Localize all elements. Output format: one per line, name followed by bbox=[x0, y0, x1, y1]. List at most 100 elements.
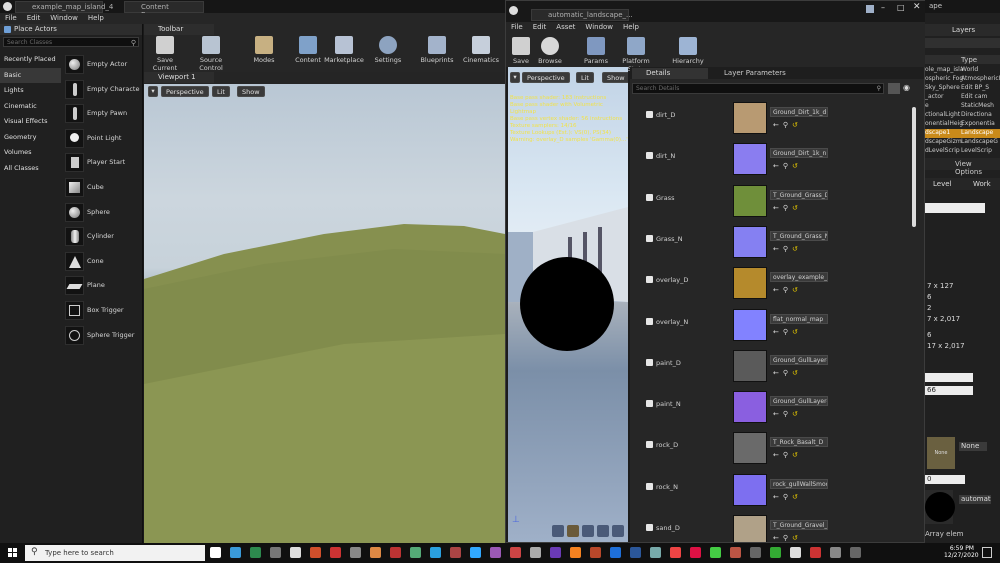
grid-view-icon[interactable] bbox=[888, 83, 900, 94]
app-icon[interactable] bbox=[390, 547, 401, 558]
use-asset-icon[interactable]: ← bbox=[773, 369, 783, 377]
outliner-row[interactable]: dLevelScrip LevelScrip bbox=[925, 147, 1000, 156]
browse-icon[interactable]: ⚲ bbox=[783, 369, 792, 377]
material-dropdown[interactable]: automat bbox=[959, 495, 991, 504]
cinematics-button[interactable]: Cinematics bbox=[462, 36, 500, 64]
outliner-row[interactable]: dscape1 Landscape bbox=[925, 129, 1000, 138]
category-volumes[interactable]: Volumes bbox=[0, 145, 61, 161]
reset-icon[interactable]: ↺ bbox=[792, 410, 802, 418]
outliner-row[interactable]: Sky_Sphere Edit BP_S bbox=[925, 84, 1000, 93]
app-icon[interactable] bbox=[330, 547, 341, 558]
use-asset-icon[interactable]: ← bbox=[773, 451, 783, 459]
app-icon[interactable] bbox=[690, 547, 701, 558]
browse-icon[interactable]: ⚲ bbox=[783, 534, 792, 542]
texture-thumbnail[interactable] bbox=[733, 267, 767, 300]
close-button[interactable]: ✕ bbox=[913, 2, 921, 12]
texture-dropdown[interactable]: T_Ground_Grass_D bbox=[770, 189, 828, 200]
preview-show-button[interactable]: Show bbox=[602, 72, 628, 83]
use-asset-icon[interactable]: ← bbox=[773, 245, 783, 253]
plane-preview-button[interactable] bbox=[582, 525, 594, 537]
actor-point-light[interactable]: Point Light bbox=[62, 126, 143, 151]
app-icon[interactable] bbox=[310, 547, 321, 558]
tab-content-browser[interactable]: Content Browser bbox=[124, 1, 204, 19]
input-field[interactable] bbox=[925, 373, 973, 382]
unreal-icon[interactable] bbox=[790, 547, 801, 558]
outliner-search-input[interactable] bbox=[925, 38, 1000, 48]
save-button[interactable]: Save bbox=[510, 37, 532, 65]
outliner-row[interactable]: ospheric FogAtmosphericFo bbox=[925, 75, 1000, 84]
sphere-preview-button[interactable] bbox=[567, 525, 579, 537]
app-icon[interactable] bbox=[750, 547, 761, 558]
actor-plane[interactable]: Plane bbox=[62, 273, 143, 298]
category-basic[interactable]: Basic bbox=[0, 67, 61, 83]
input-field[interactable]: 66 bbox=[925, 386, 973, 395]
reset-icon[interactable]: ↺ bbox=[792, 121, 802, 129]
modes-button[interactable]: Modes bbox=[248, 36, 280, 64]
actor-empty-actor[interactable]: Empty Actor bbox=[62, 52, 143, 77]
blueprints-button[interactable]: Blueprints bbox=[419, 36, 455, 64]
perspective-button[interactable]: Perspective bbox=[161, 86, 209, 97]
texture-dropdown[interactable]: rock_gullWallSmooth09_1k_n bbox=[770, 478, 828, 489]
preview-perspective-button[interactable]: Perspective bbox=[522, 72, 570, 83]
browse-icon[interactable]: ⚲ bbox=[783, 410, 792, 418]
texture-thumbnail[interactable] bbox=[733, 308, 767, 341]
category-all-classes[interactable]: All Classes bbox=[0, 161, 61, 177]
use-asset-icon[interactable]: ← bbox=[773, 493, 783, 501]
actor-sphere-trigger[interactable]: Sphere Trigger bbox=[62, 323, 143, 348]
texture-dropdown[interactable]: Ground_Dirt_1k_n bbox=[770, 148, 828, 159]
preview-options-button[interactable]: ▾ bbox=[510, 72, 520, 83]
param-enable-checkbox[interactable] bbox=[646, 400, 653, 408]
browse-icon[interactable]: ⚲ bbox=[783, 493, 792, 501]
windows-start-icon[interactable] bbox=[8, 548, 18, 558]
browse-icon[interactable]: ⚲ bbox=[783, 286, 792, 294]
menu-edit[interactable]: Edit bbox=[22, 13, 46, 22]
param-enable-checkbox[interactable] bbox=[646, 317, 653, 325]
preview-lit-button[interactable]: Lit bbox=[576, 72, 594, 83]
texture-thumbnail[interactable] bbox=[733, 184, 767, 217]
app-icon[interactable] bbox=[650, 547, 661, 558]
param-enable-checkbox[interactable] bbox=[646, 152, 653, 160]
app-icon[interactable] bbox=[510, 547, 521, 558]
menu-help[interactable]: Help bbox=[83, 13, 109, 22]
browse-icon[interactable]: ⚲ bbox=[783, 204, 792, 212]
tab-details[interactable]: Details bbox=[632, 68, 708, 79]
browse-icon[interactable]: ⚲ bbox=[783, 245, 792, 253]
category-lights[interactable]: Lights bbox=[0, 83, 61, 99]
browse-button[interactable]: Browse bbox=[536, 37, 564, 65]
viewport-options-button[interactable]: ▾ bbox=[148, 86, 158, 97]
category-visual-effects[interactable]: Visual Effects bbox=[0, 114, 61, 130]
app-icon[interactable] bbox=[830, 547, 841, 558]
app-icon[interactable] bbox=[410, 547, 421, 558]
texture-dropdown[interactable]: overlay_example_1 bbox=[770, 272, 828, 283]
actor-box-trigger[interactable]: Box Trigger bbox=[62, 298, 143, 323]
category-recently-placed[interactable]: Recently Placed bbox=[0, 52, 61, 68]
param-enable-checkbox[interactable] bbox=[646, 524, 653, 531]
clock[interactable]: 6:59 PM 12/27/2020 bbox=[944, 545, 979, 559]
tab-layers[interactable]: Layers bbox=[952, 26, 975, 34]
texture-dropdown[interactable]: Ground_GullLayeredCliff_1k_d bbox=[770, 354, 828, 365]
param-enable-checkbox[interactable] bbox=[646, 358, 653, 366]
texture-dropdown[interactable]: T_Ground_Gravel_D bbox=[770, 520, 828, 530]
actor-cylinder[interactable]: Cylinder bbox=[62, 224, 143, 249]
unity-icon[interactable] bbox=[270, 547, 281, 558]
browse-icon[interactable]: ⚲ bbox=[783, 162, 792, 170]
texture-dropdown[interactable]: T_Rock_Basalt_D bbox=[770, 437, 828, 448]
texture-thumbnail[interactable] bbox=[733, 432, 767, 465]
actor-empty-character[interactable]: Empty Characte bbox=[62, 77, 143, 102]
outliner-row[interactable]: ole_map_isla World bbox=[925, 66, 1000, 75]
app-icon[interactable] bbox=[730, 547, 741, 558]
place-actors-tab[interactable]: Place Actors bbox=[0, 24, 142, 35]
texture-thumbnail[interactable] bbox=[733, 473, 767, 506]
texture-dropdown[interactable]: T_Ground_Grass_N bbox=[770, 230, 828, 241]
lit-button[interactable]: Lit bbox=[212, 86, 230, 97]
texture-thumbnail[interactable] bbox=[733, 349, 767, 382]
texture-thumbnail[interactable] bbox=[733, 391, 767, 424]
outliner-row[interactable]: dscapeGizm LandscapeG bbox=[925, 138, 1000, 147]
param-enable-checkbox[interactable] bbox=[646, 111, 653, 118]
app-icon[interactable] bbox=[670, 547, 681, 558]
tab-map[interactable]: example_map_island_4 bbox=[15, 1, 113, 13]
reset-icon[interactable]: ↺ bbox=[792, 162, 802, 170]
app-icon[interactable] bbox=[590, 547, 601, 558]
actor-sphere[interactable]: Sphere bbox=[62, 200, 143, 225]
place-actors-search-input[interactable]: Search Classes ⚲ bbox=[3, 37, 139, 47]
